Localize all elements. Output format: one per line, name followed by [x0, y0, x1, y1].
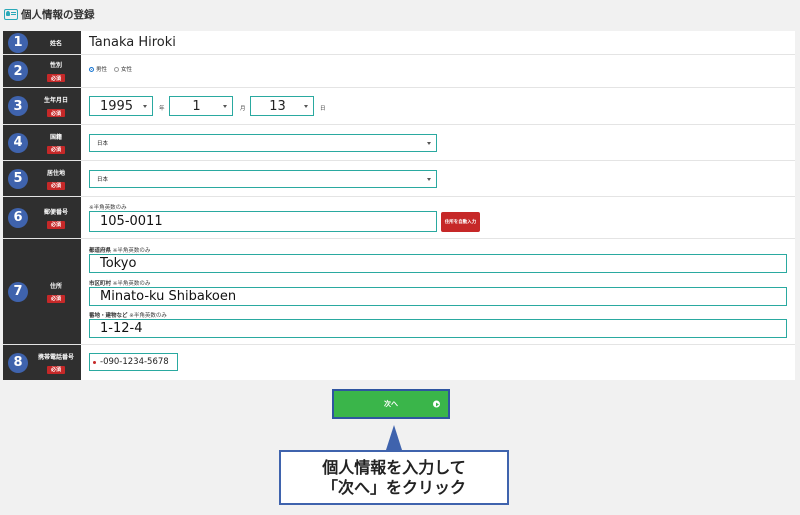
- personal-info-form: 1 姓名 Tanaka Hiroki 2 性別 必須 男性 女性 3 生年月日 …: [3, 31, 795, 380]
- chevron-down-icon: [427, 141, 431, 145]
- row-phone: 8 携帯電話番号 必須 -090-1234-5678: [3, 345, 795, 380]
- chevron-down-icon: [223, 104, 227, 108]
- label-cell: 5 居住地 必須: [3, 161, 81, 196]
- label-cell: 1 姓名: [3, 31, 81, 54]
- required-badge: 必須: [47, 74, 65, 82]
- row-address: 7 住所 必須 都道府県 ※半角英数のみ Tokyo 市区町村 ※半角英数のみ …: [3, 239, 795, 345]
- field-label: 居住地: [46, 169, 65, 177]
- label-cell: 8 携帯電話番号 必須: [3, 345, 81, 380]
- chevron-down-icon: [427, 177, 431, 181]
- next-button-label: 次へ: [384, 400, 398, 408]
- step-badge: 8: [8, 352, 28, 373]
- birth-day-value: 13: [269, 98, 286, 114]
- name-field[interactable]: Tanaka Hiroki: [89, 35, 176, 50]
- callout-pointer: [386, 425, 402, 450]
- required-badge: 必須: [47, 109, 65, 117]
- field-label: 姓名: [49, 40, 62, 47]
- postal-code-input[interactable]: 105-0011: [89, 211, 437, 232]
- row-name: 1 姓名 Tanaka Hiroki: [3, 31, 795, 55]
- label-cell: 2 性別 必須: [3, 55, 81, 87]
- required-badge: 必須: [47, 181, 65, 190]
- step-badge: 6: [8, 207, 28, 228]
- residence-value: 日本: [97, 177, 109, 183]
- phone-input[interactable]: -090-1234-5678: [89, 353, 178, 371]
- chevron-down-icon: [143, 104, 147, 108]
- row-postal: 6 郵便番号 必須 ※半角英数のみ 105-0011 住所を自動入力: [3, 197, 795, 239]
- label-cell: 6 郵便番号 必須: [3, 197, 81, 238]
- prefecture-input[interactable]: Tokyo: [89, 254, 787, 273]
- callout-line-2: 「次へ」をクリック: [321, 477, 466, 497]
- instruction-callout: 個人情報を入力して 「次へ」をクリック: [279, 450, 509, 505]
- step-badge: 5: [8, 168, 28, 189]
- label-cell: 4 国籍 必須: [3, 125, 81, 160]
- city-input[interactable]: Minato-ku Shibakoen: [89, 287, 787, 306]
- day-unit: 日: [320, 106, 326, 112]
- radio-label-female: 女性: [121, 67, 133, 73]
- field-label: 国籍: [49, 133, 62, 141]
- chevron-down-icon: [304, 104, 308, 108]
- street-label: 番地・建物など ※半角英数のみ: [89, 313, 167, 319]
- month-unit: 月: [240, 106, 246, 112]
- row-residence: 5 居住地 必須 日本: [3, 161, 795, 197]
- nationality-value: 日本: [97, 141, 109, 147]
- birth-year-value: 1995: [99, 98, 134, 114]
- city-label: 市区町村 ※半角英数のみ: [89, 281, 151, 287]
- birth-month-value: 1: [192, 98, 201, 114]
- step-badge: 7: [8, 281, 28, 302]
- country-flag-icon: [93, 360, 96, 364]
- step-badge: 4: [8, 132, 28, 153]
- auto-fill-address-button[interactable]: 住所を自動入力: [441, 212, 480, 232]
- step-badge: 1: [8, 32, 28, 53]
- radio-label-male: 男性: [96, 67, 108, 73]
- residence-select[interactable]: 日本: [89, 170, 437, 188]
- page-title: 個人情報の登録: [21, 8, 95, 21]
- field-label: 郵便番号: [43, 208, 68, 216]
- row-nationality: 4 国籍 必須 日本: [3, 125, 795, 161]
- radio-female[interactable]: [114, 66, 120, 72]
- required-badge: 必須: [47, 220, 65, 229]
- required-badge: 必須: [47, 145, 65, 154]
- postal-note: ※半角英数のみ: [89, 205, 127, 211]
- birth-year-select[interactable]: 1995: [89, 96, 153, 116]
- year-unit: 年: [159, 106, 165, 112]
- field-label: 性別: [49, 62, 62, 69]
- phone-value: -090-1234-5678: [100, 357, 169, 367]
- prefecture-label: 都道府県 ※半角英数のみ: [89, 248, 151, 254]
- step-badge: 3: [8, 96, 28, 116]
- page-header: 個人情報の登録: [0, 0, 800, 28]
- id-card-icon: [4, 8, 18, 20]
- gender-radio-group: 男性 女性: [89, 65, 132, 73]
- field-label: 住所: [49, 282, 62, 290]
- required-badge: 必須: [47, 294, 65, 303]
- step-badge: 2: [8, 61, 28, 81]
- street-input[interactable]: 1-12-4: [89, 319, 787, 338]
- row-gender: 2 性別 必須 男性 女性: [3, 55, 795, 88]
- label-cell: 7 住所 必須: [3, 239, 81, 344]
- callout-line-1: 個人情報を入力して: [322, 457, 466, 477]
- field-label: 携帯電話番号: [37, 353, 74, 361]
- row-birthdate: 3 生年月日 必須 1995 年 1 月 13 日: [3, 88, 795, 125]
- birth-day-select[interactable]: 13: [250, 96, 314, 116]
- nationality-select[interactable]: 日本: [89, 134, 437, 152]
- label-cell: 3 生年月日 必須: [3, 88, 81, 124]
- required-badge: 必須: [47, 365, 65, 374]
- field-label: 生年月日: [43, 97, 68, 104]
- arrow-right-circle-icon: [433, 400, 440, 408]
- next-button[interactable]: 次へ: [332, 389, 450, 419]
- radio-male[interactable]: [89, 66, 94, 72]
- birth-month-select[interactable]: 1: [169, 96, 233, 116]
